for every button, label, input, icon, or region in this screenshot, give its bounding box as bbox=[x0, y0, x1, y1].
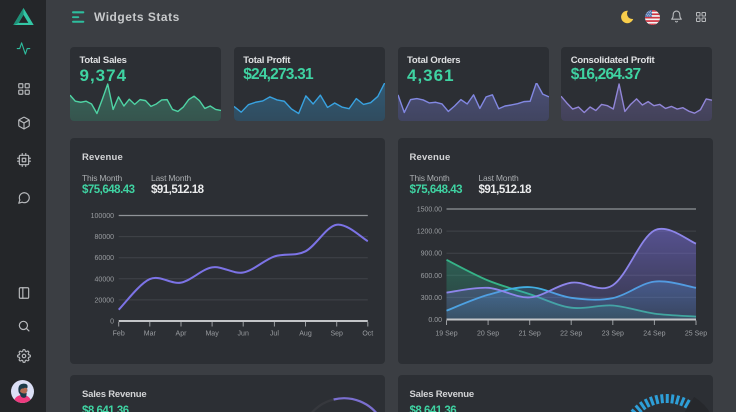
svg-text:60000: 60000 bbox=[95, 255, 115, 262]
svg-text:Feb: Feb bbox=[113, 331, 125, 338]
svg-text:Sep: Sep bbox=[330, 331, 343, 338]
svg-text:24 Sep: 24 Sep bbox=[643, 331, 665, 338]
svg-text:80000: 80000 bbox=[95, 234, 115, 241]
svg-text:May: May bbox=[205, 331, 219, 338]
svg-text:21 Sep: 21 Sep bbox=[518, 331, 540, 338]
svg-text:0.00: 0.00 bbox=[428, 317, 442, 324]
svg-text:20000: 20000 bbox=[95, 297, 115, 304]
svg-text:0: 0 bbox=[110, 319, 114, 326]
svg-text:Jun: Jun bbox=[238, 331, 249, 338]
svg-text:23 Sep: 23 Sep bbox=[601, 331, 623, 338]
svg-text:19 Sep: 19 Sep bbox=[435, 331, 457, 338]
svg-text:Apr: Apr bbox=[176, 331, 188, 338]
svg-text:20 Sep: 20 Sep bbox=[477, 331, 499, 338]
svg-text:1200.00: 1200.00 bbox=[416, 229, 441, 236]
svg-text:600.00: 600.00 bbox=[420, 273, 442, 280]
svg-text:Oct: Oct bbox=[362, 331, 373, 338]
svg-text:40000: 40000 bbox=[95, 276, 115, 283]
svg-text:22 Sep: 22 Sep bbox=[560, 331, 582, 338]
svg-text:Aug: Aug bbox=[299, 331, 312, 338]
svg-text:25 Sep: 25 Sep bbox=[684, 331, 706, 338]
svg-text:Mar: Mar bbox=[144, 331, 157, 338]
svg-text:Jul: Jul bbox=[270, 331, 279, 338]
svg-text:300.00: 300.00 bbox=[420, 295, 442, 302]
svg-text:100000: 100000 bbox=[91, 213, 114, 220]
svg-text:1500.00: 1500.00 bbox=[416, 207, 441, 214]
svg-text:900.00: 900.00 bbox=[420, 251, 442, 258]
